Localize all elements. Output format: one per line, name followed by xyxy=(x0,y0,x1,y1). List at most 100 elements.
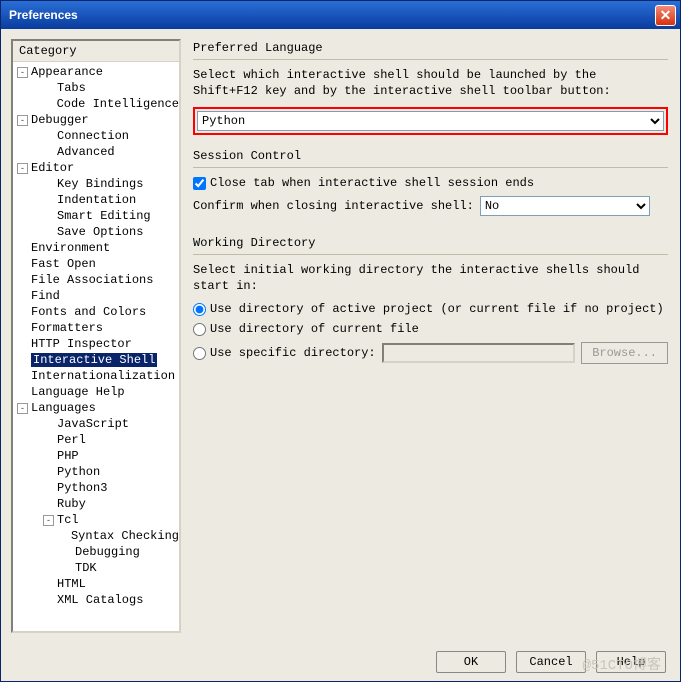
sidebar-item-fonts-and-colors[interactable]: Fonts and Colors xyxy=(13,304,179,320)
sidebar-item-xml-catalogs[interactable]: XML Catalogs xyxy=(13,592,179,608)
sidebar-item-environment[interactable]: Environment xyxy=(13,240,179,256)
sidebar-item-language-help[interactable]: Language Help xyxy=(13,384,179,400)
dialog-footer: OK Cancel Help xyxy=(1,643,680,681)
sidebar-item-label: PHP xyxy=(57,449,79,463)
sidebar-item-advanced[interactable]: Advanced xyxy=(13,144,179,160)
sidebar-item-label: Save Options xyxy=(57,225,143,239)
collapse-icon[interactable]: - xyxy=(17,163,28,174)
sidebar-item-internationalization[interactable]: Internationalization xyxy=(13,368,179,384)
collapse-icon[interactable]: - xyxy=(17,67,28,78)
sidebar-item-label: Perl xyxy=(57,433,86,447)
sidebar-item-label: JavaScript xyxy=(57,417,129,431)
sidebar-item-smart-editing[interactable]: Smart Editing xyxy=(13,208,179,224)
specific-directory-input[interactable] xyxy=(382,343,576,363)
sidebar-item-interactive-shell[interactable]: Interactive Shell xyxy=(13,352,179,368)
sidebar-item-debugger[interactable]: -Debugger xyxy=(13,112,179,128)
sidebar-item-label: Python3 xyxy=(57,481,107,495)
wd-radio-1[interactable] xyxy=(193,303,206,316)
group-title: Preferred Language xyxy=(193,41,668,55)
working-directory-group: Working Directory Select initial working… xyxy=(193,236,668,370)
sidebar-item-label: Key Bindings xyxy=(57,177,143,191)
sidebar-item-label: Environment xyxy=(31,241,110,255)
highlight-box: Python xyxy=(193,107,668,135)
sidebar-item-label: Internationalization xyxy=(31,369,175,383)
content-area: Category -AppearanceTabsCode Intelligenc… xyxy=(1,29,680,643)
sidebar-item-label: Find xyxy=(31,289,60,303)
browse-button[interactable]: Browse... xyxy=(581,342,668,364)
preferences-window: Preferences ✕ Category -AppearanceTabsCo… xyxy=(0,0,681,682)
sidebar-item-label: Interactive Shell xyxy=(31,353,157,367)
sidebar-item-find[interactable]: Find xyxy=(13,288,179,304)
sidebar-item-label: Tcl xyxy=(57,513,79,527)
confirm-close-select[interactable]: No xyxy=(480,196,650,216)
group-title: Session Control xyxy=(193,149,668,163)
preferred-language-group: Preferred Language Select which interact… xyxy=(193,41,668,135)
sidebar-item-save-options[interactable]: Save Options xyxy=(13,224,179,240)
sidebar-item-python3[interactable]: Python3 xyxy=(13,480,179,496)
sidebar-item-fast-open[interactable]: Fast Open xyxy=(13,256,179,272)
sidebar-item-debugging[interactable]: Debugging xyxy=(13,544,179,560)
sidebar-item-label: Smart Editing xyxy=(57,209,151,223)
ok-button[interactable]: OK xyxy=(436,651,506,673)
sidebar-item-label: File Associations xyxy=(31,273,153,287)
sidebar-item-appearance[interactable]: -Appearance xyxy=(13,64,179,80)
sidebar-item-javascript[interactable]: JavaScript xyxy=(13,416,179,432)
wd-radio-2[interactable] xyxy=(193,323,206,336)
sidebar-item-label: Code Intelligence xyxy=(57,97,179,111)
sidebar-item-label: Tabs xyxy=(57,81,86,95)
sidebar-item-file-associations[interactable]: File Associations xyxy=(13,272,179,288)
wd-option-specific[interactable]: Use specific directory: xyxy=(193,346,376,360)
sidebar-item-tcl[interactable]: -Tcl xyxy=(13,512,179,528)
titlebar[interactable]: Preferences ✕ xyxy=(1,1,680,29)
category-tree[interactable]: -AppearanceTabsCode Intelligence-Debugge… xyxy=(13,62,179,631)
preferred-language-select[interactable]: Python xyxy=(197,111,664,131)
sidebar-item-label: Debugging xyxy=(75,545,140,559)
wd-radio-3[interactable] xyxy=(193,347,206,360)
sidebar-item-syntax-checking[interactable]: Syntax Checking xyxy=(13,528,179,544)
close-icon[interactable]: ✕ xyxy=(655,5,676,26)
sidebar-item-label: Debugger xyxy=(31,113,89,127)
wd-option-active-project[interactable]: Use directory of active project (or curr… xyxy=(193,302,664,316)
wd-option-current-file[interactable]: Use directory of current file xyxy=(193,322,419,336)
sidebar-item-label: Ruby xyxy=(57,497,86,511)
sidebar-item-python[interactable]: Python xyxy=(13,464,179,480)
sidebar-header: Category xyxy=(13,41,179,62)
collapse-icon[interactable]: - xyxy=(17,403,28,414)
sidebar-item-label: Syntax Checking xyxy=(71,529,179,543)
sidebar-item-ruby[interactable]: Ruby xyxy=(13,496,179,512)
sidebar-item-tdk[interactable]: TDK xyxy=(13,560,179,576)
close-tab-checkbox-label[interactable]: Close tab when interactive shell session… xyxy=(193,176,534,190)
sidebar-item-label: Python xyxy=(57,465,100,479)
help-button[interactable]: Help xyxy=(596,651,666,673)
sidebar-item-indentation[interactable]: Indentation xyxy=(13,192,179,208)
sidebar-item-editor[interactable]: -Editor xyxy=(13,160,179,176)
sidebar-item-perl[interactable]: Perl xyxy=(13,432,179,448)
sidebar-item-formatters[interactable]: Formatters xyxy=(13,320,179,336)
collapse-icon[interactable]: - xyxy=(17,115,28,126)
collapse-icon[interactable]: - xyxy=(43,515,54,526)
session-control-group: Session Control Close tab when interacti… xyxy=(193,149,668,222)
sidebar-item-label: XML Catalogs xyxy=(57,593,143,607)
main-panel: Preferred Language Select which interact… xyxy=(191,39,670,633)
sidebar-item-http-inspector[interactable]: HTTP Inspector xyxy=(13,336,179,352)
preferred-language-desc: Select which interactive shell should be… xyxy=(193,68,668,99)
sidebar-item-html[interactable]: HTML xyxy=(13,576,179,592)
sidebar-item-label: HTML xyxy=(57,577,86,591)
sidebar-item-label: Fast Open xyxy=(31,257,96,271)
sidebar-item-label: Connection xyxy=(57,129,129,143)
sidebar-item-key-bindings[interactable]: Key Bindings xyxy=(13,176,179,192)
working-dir-desc: Select initial working directory the int… xyxy=(193,263,668,294)
sidebar-item-languages[interactable]: -Languages xyxy=(13,400,179,416)
window-title: Preferences xyxy=(5,8,78,22)
sidebar-item-code-intelligence[interactable]: Code Intelligence xyxy=(13,96,179,112)
group-title: Working Directory xyxy=(193,236,668,250)
sidebar-item-label: Appearance xyxy=(31,65,103,79)
sidebar-item-php[interactable]: PHP xyxy=(13,448,179,464)
sidebar-item-label: Fonts and Colors xyxy=(31,305,146,319)
close-tab-checkbox[interactable] xyxy=(193,177,206,190)
sidebar-item-tabs[interactable]: Tabs xyxy=(13,80,179,96)
cancel-button[interactable]: Cancel xyxy=(516,651,586,673)
sidebar-item-label: HTTP Inspector xyxy=(31,337,132,351)
sidebar-item-label: Formatters xyxy=(31,321,103,335)
sidebar-item-connection[interactable]: Connection xyxy=(13,128,179,144)
